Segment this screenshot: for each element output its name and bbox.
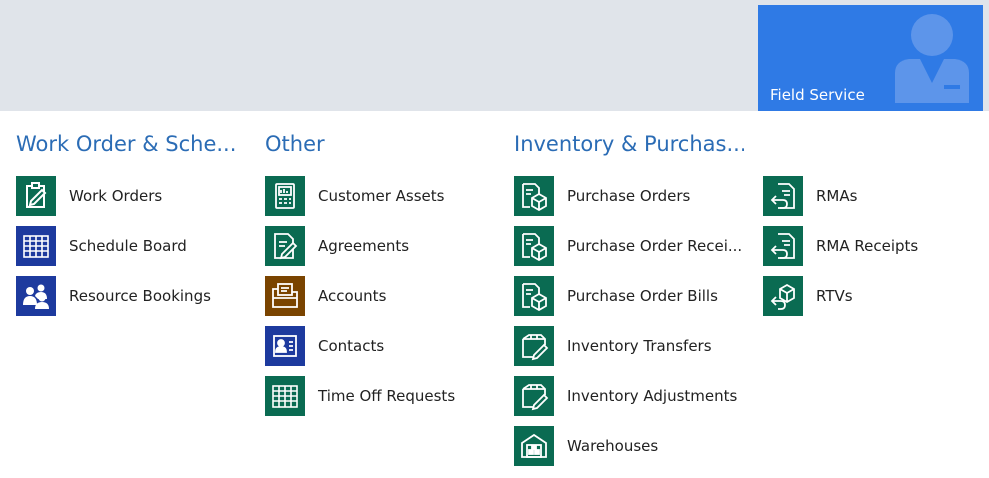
warehouse-icon [514, 426, 554, 466]
return-document-icon [763, 226, 803, 266]
asset-device-icon [265, 176, 305, 216]
people-group-icon [16, 276, 56, 316]
nav-item-time-off-requests[interactable]: Time Off Requests [265, 376, 495, 416]
nav-item-warehouses[interactable]: Warehouses [514, 426, 744, 466]
nav-item-purchase-orders[interactable]: Purchase Orders [514, 176, 744, 216]
nav-item-rtvs[interactable]: RTVs [763, 276, 989, 316]
nav-item-work-orders[interactable]: Work Orders [16, 176, 246, 216]
account-folder-icon [265, 276, 305, 316]
return-document-icon [763, 176, 803, 216]
nav-item-rma-receipts[interactable]: RMA Receipts [763, 226, 989, 266]
order-box-icon [514, 276, 554, 316]
nav-item-accounts[interactable]: Accounts [265, 276, 495, 316]
nav-item-inventory-adjustments[interactable]: Inventory Adjustments [514, 376, 744, 416]
nav-item-resource-bookings[interactable]: Resource Bookings [16, 276, 246, 316]
tile-label: Field Service [770, 86, 865, 104]
column-title: Work Order & Sche... [16, 132, 237, 156]
calendar-grid-icon [16, 226, 56, 266]
box-edit-icon [514, 326, 554, 366]
nav-item-schedule-board[interactable]: Schedule Board [16, 226, 246, 266]
calendar-grid-icon [265, 376, 305, 416]
column-returns: RMAs RMA Receipts RTVs [763, 130, 989, 326]
nav-item-purchase-order-bills[interactable]: Purchase Order Bills [514, 276, 744, 316]
nav-item-rmas[interactable]: RMAs [763, 176, 989, 216]
document-edit-icon [265, 226, 305, 266]
nav-item-purchase-order-receipts[interactable]: Purchase Order Recei... [514, 226, 744, 266]
nav-item-contacts[interactable]: Contacts [265, 326, 495, 366]
column-title: Other [265, 132, 325, 156]
return-box-icon [763, 276, 803, 316]
column-work-order: Work Order & Sche... Work Orders Schedul… [16, 130, 246, 326]
field-service-tile[interactable]: Field Service [758, 5, 983, 111]
box-edit-icon [514, 376, 554, 416]
nav-item-inventory-transfers[interactable]: Inventory Transfers [514, 326, 744, 366]
user-silhouette-icon [895, 14, 969, 103]
column-title [763, 130, 989, 158]
order-box-icon [514, 226, 554, 266]
order-box-icon [514, 176, 554, 216]
contact-card-icon [265, 326, 305, 366]
nav-item-customer-assets[interactable]: Customer Assets [265, 176, 495, 216]
column-other: Other Customer Assets Agreements Account… [265, 130, 495, 426]
nav-item-agreements[interactable]: Agreements [265, 226, 495, 266]
column-inventory-purchasing: Inventory & Purchas... Purchase Orders P… [514, 130, 744, 476]
column-title: Inventory & Purchas... [514, 132, 744, 156]
clipboard-edit-icon [16, 176, 56, 216]
